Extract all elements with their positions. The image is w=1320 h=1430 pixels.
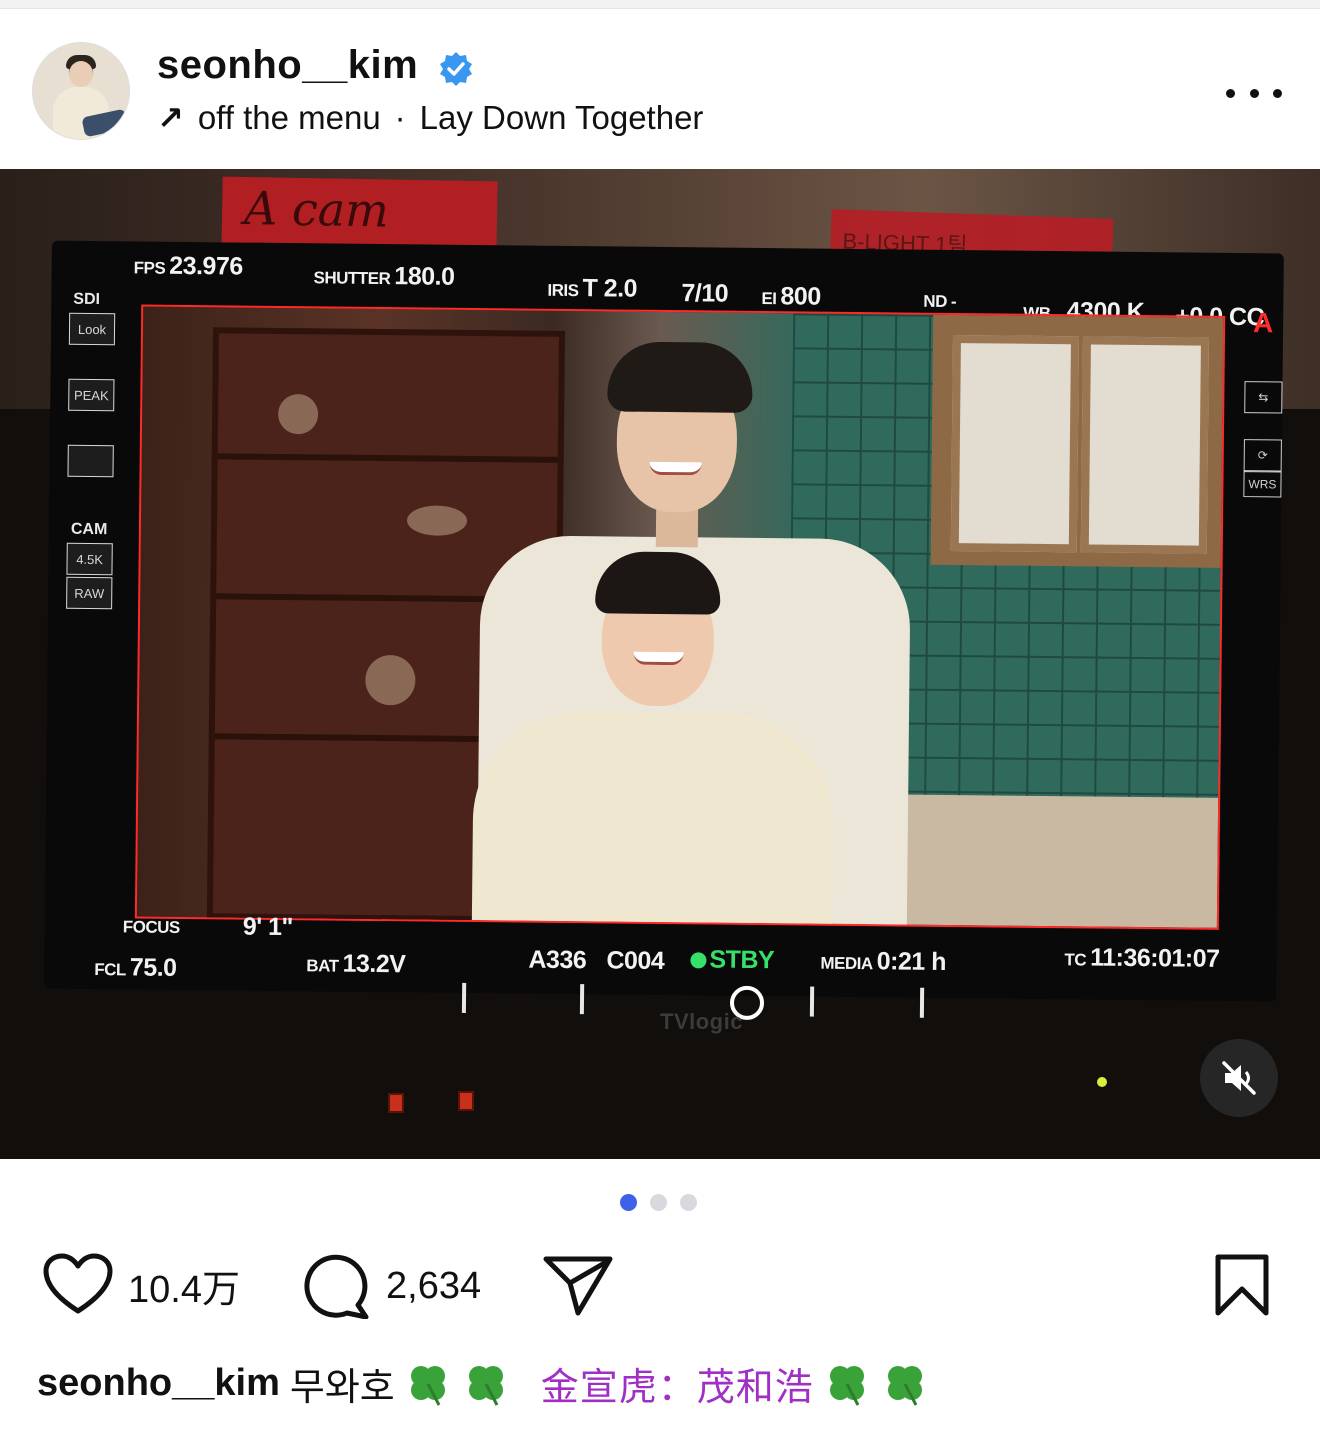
- music-title[interactable]: Lay Down Together: [420, 99, 704, 137]
- hud-focus: FOCUS: [122, 917, 180, 937]
- hud-fps: FPS 23.976: [133, 251, 243, 281]
- hud-nd: ND -: [923, 291, 957, 312]
- music-attribution[interactable]: ↗ off the menu · Lay Down Together: [157, 99, 703, 137]
- save-button[interactable]: [1212, 1253, 1272, 1322]
- like-count: 10.4万: [128, 1268, 240, 1311]
- usb-icon: ⇆: [1244, 381, 1283, 414]
- monitor-power-led: [1097, 1077, 1107, 1087]
- more-options-icon[interactable]: [1226, 83, 1282, 103]
- monitor-led: [388, 1093, 404, 1113]
- person-woman-body: [471, 710, 835, 930]
- clover-icon: [468, 1365, 503, 1406]
- hud-fcl: FCL 75.0: [94, 953, 177, 982]
- caption-korean: 무와호: [289, 1367, 395, 1409]
- background-counter: [866, 794, 1219, 928]
- music-arrow-icon: ↗: [157, 100, 184, 136]
- hud-status: STBY: [690, 945, 774, 975]
- hud-focus-value: 9' 1": [242, 912, 293, 942]
- camera-monitor: FPS 23.976 SHUTTER 180.0 IRIS T 2.0 7/10 EI…: [44, 240, 1284, 1021]
- hud-iris-fraction: 7/10: [681, 279, 729, 308]
- hud-battery: BAT 13.2V: [306, 949, 406, 979]
- monitor-brand-logo: TVlogic: [660, 1009, 743, 1034]
- share-button[interactable]: [542, 1253, 616, 1319]
- monitor-led: [458, 1091, 474, 1111]
- mute-icon: [1222, 1061, 1256, 1095]
- look-button: Look: [68, 312, 116, 346]
- pager-dot-1[interactable]: [620, 1194, 637, 1211]
- peak-button: PEAK: [68, 378, 115, 412]
- pager-dot-2[interactable]: [650, 1194, 667, 1211]
- clover-icon: [410, 1365, 445, 1406]
- avatar[interactable]: [32, 42, 130, 140]
- post-header: seonho__kim ↗ off the menu · Lay Down To…: [0, 9, 1320, 169]
- bookmark-icon: [1215, 1254, 1269, 1316]
- hud-record-flag: A: [1252, 307, 1274, 339]
- comment-count: 2,634: [386, 1264, 482, 1307]
- caption-username[interactable]: seonho__kim: [37, 1362, 280, 1405]
- wrs-button: WRS: [1243, 471, 1282, 498]
- comment-icon: [304, 1254, 369, 1319]
- hud-iris: IRIS T 2.0: [547, 274, 638, 303]
- hud-timecode: TC 11:36:01:07: [1064, 943, 1220, 973]
- hud-media: MEDIA 0:21 h: [820, 947, 947, 976]
- like-button[interactable]: 10.4万: [42, 1253, 240, 1317]
- hud-ei: EI 800: [761, 282, 821, 311]
- raw-button: RAW: [66, 576, 113, 610]
- post-caption: seonho__kim 무와호 金宣虎：茂和浩: [37, 1356, 930, 1411]
- music-separator: ·: [394, 99, 406, 136]
- comment-button[interactable]: 2,634: [302, 1253, 481, 1319]
- blank-button: [67, 444, 114, 478]
- heart-icon: [43, 1253, 113, 1314]
- mute-button[interactable]: [1200, 1039, 1278, 1117]
- hud-clip: C004: [606, 946, 665, 976]
- post-username[interactable]: seonho__kim: [157, 43, 418, 88]
- share-icon: [543, 1256, 613, 1316]
- post-media[interactable]: A cam B-LIGHT 1팀 FPS 23.976 SHUTTER 180.0 …: [0, 169, 1320, 1159]
- background-upper-cabinet: [930, 314, 1224, 568]
- post-actions: 10.4万 2,634: [0, 1245, 1320, 1325]
- pager-dot-3[interactable]: [680, 1194, 697, 1211]
- music-source[interactable]: off the menu: [198, 99, 381, 137]
- hud-reel: A336: [528, 945, 587, 975]
- resolution-button: 4.5K: [66, 542, 113, 576]
- top-divider: [0, 0, 1320, 9]
- clover-icon: [887, 1365, 922, 1406]
- video-frame: [134, 304, 1226, 930]
- caption-chinese: 金宣虎：茂和浩: [540, 1367, 814, 1409]
- hud-cam-label: CAM: [70, 520, 108, 539]
- clover-icon: [829, 1365, 864, 1406]
- carousel-pager: [620, 1194, 697, 1211]
- hud-sdi-label: SDI: [73, 290, 101, 309]
- rotate-icon: ⟳: [1243, 439, 1282, 472]
- hud-shutter: SHUTTER 180.0: [313, 262, 455, 291]
- verified-badge-icon: [440, 52, 472, 86]
